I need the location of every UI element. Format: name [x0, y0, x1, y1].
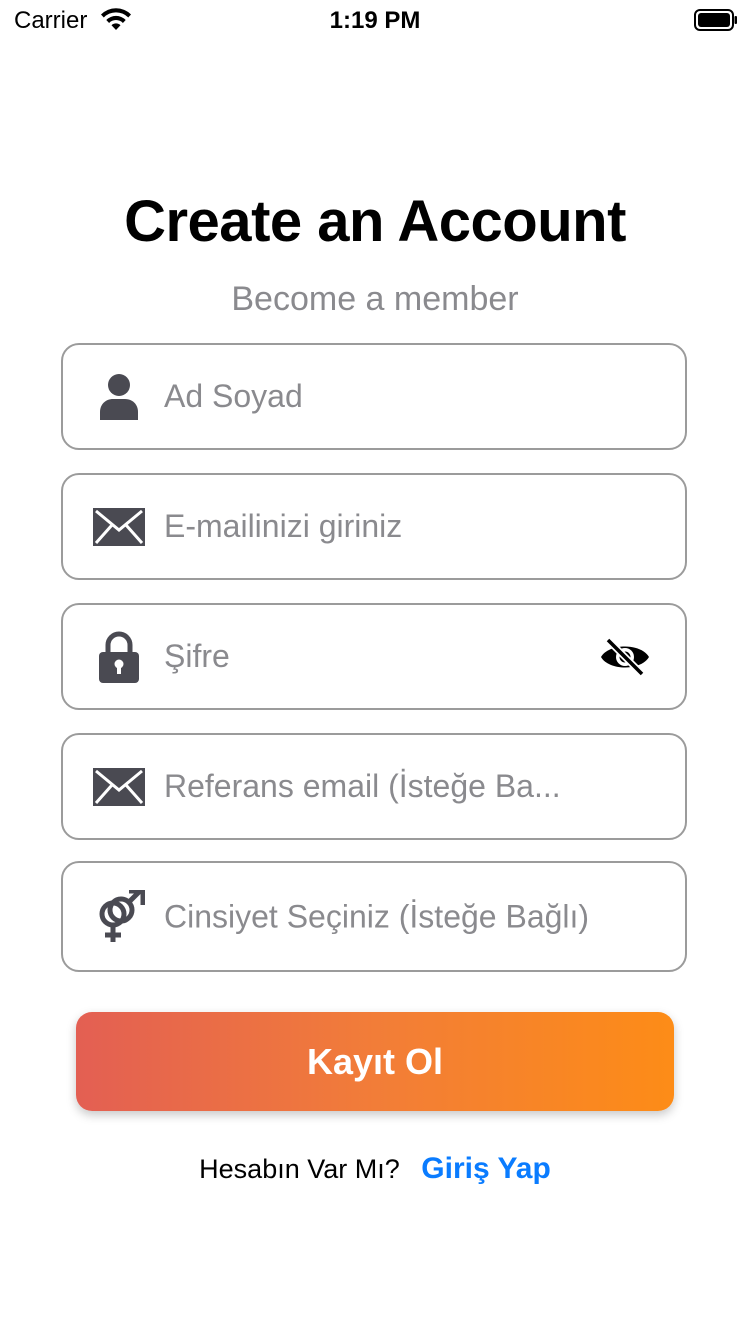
lock-icon	[91, 629, 147, 685]
email-input[interactable]	[164, 475, 657, 578]
email-field[interactable]	[61, 473, 687, 580]
password-field[interactable]	[61, 603, 687, 710]
login-link[interactable]: Giriş Yap	[421, 1152, 551, 1185]
page-title: Create an Account	[124, 189, 626, 254]
referral-email-field[interactable]	[61, 733, 687, 840]
gender-select-placeholder: Cinsiyet Seçiniz (İsteğe Bağlı)	[164, 898, 590, 934]
login-question: Hesabın Var Mı?	[199, 1154, 400, 1184]
login-prompt: Hesabın Var Mı? Giriş Yap	[0, 1152, 750, 1186]
password-input[interactable]	[164, 605, 585, 708]
gender-select[interactable]: Cinsiyet Seçiniz (İsteğe Bağlı)	[61, 861, 687, 972]
name-input[interactable]	[164, 345, 657, 448]
status-bar: Carrier 1:19 PM	[0, 0, 750, 40]
eye-slash-icon[interactable]	[599, 637, 651, 677]
name-field[interactable]	[61, 343, 687, 450]
register-button[interactable]: Kayıt Ol	[76, 1012, 674, 1111]
battery-icon	[694, 9, 737, 31]
status-time: 1:19 PM	[329, 7, 421, 34]
referral-email-input[interactable]	[164, 735, 657, 838]
page-subtitle: Become a member	[231, 280, 519, 318]
gender-icon	[91, 889, 147, 945]
envelope-icon	[91, 759, 147, 815]
person-icon	[91, 369, 147, 425]
envelope-icon	[91, 499, 147, 555]
